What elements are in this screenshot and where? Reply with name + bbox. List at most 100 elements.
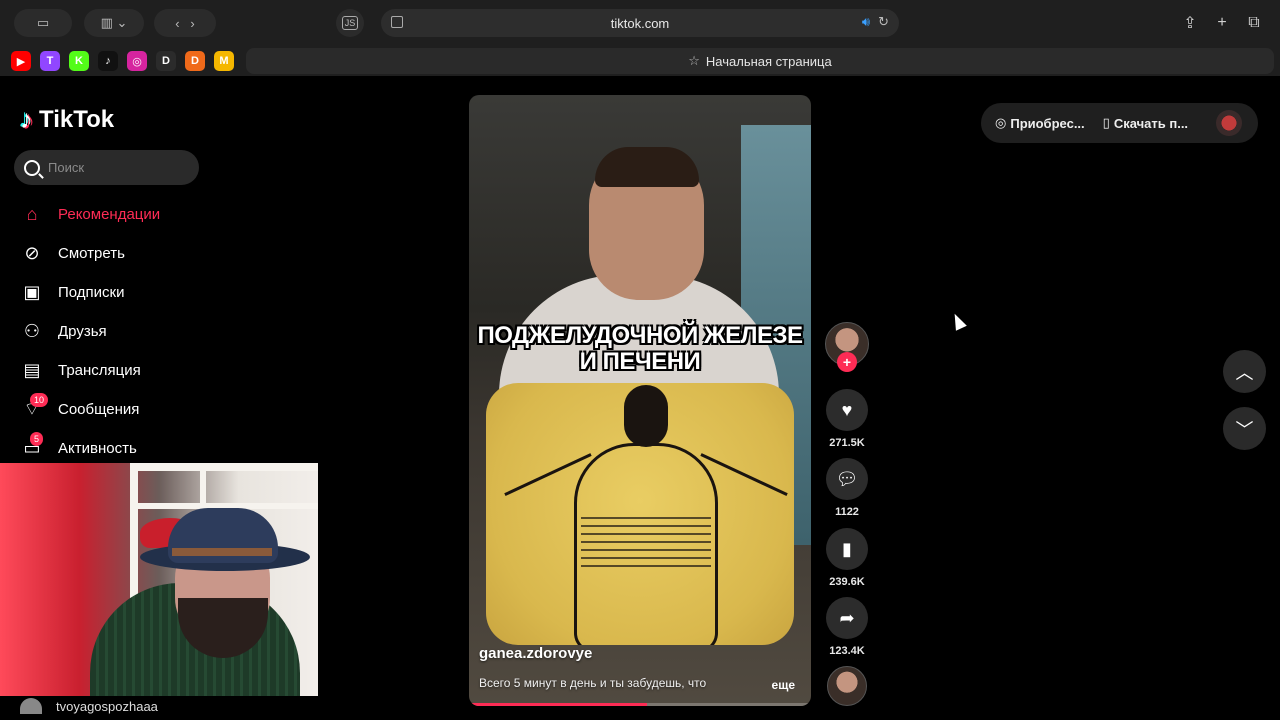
bookmarks-bar: ▶ T K ♪ ◎ D D M ☆ Начальная страница <box>0 46 1280 76</box>
share-icon[interactable]: ⇪ <box>1179 12 1201 34</box>
video-caption: ПОДЖЕЛУДОЧНОЙ ЖЕЛЕЗЕ И ПЕЧЕНИ <box>477 322 803 375</box>
logo-text: TikTok <box>39 105 115 133</box>
music-disc-avatar[interactable] <box>827 666 867 706</box>
start-tab-label: Начальная страница <box>705 53 832 69</box>
presenter-hair <box>595 147 699 187</box>
start-page-tab[interactable]: ☆ Начальная страница <box>246 48 1274 74</box>
sidebar-item-friends[interactable]: ⚇ Друзья <box>20 316 107 346</box>
star-icon: ☆ <box>688 53 700 68</box>
search-icon <box>24 159 40 176</box>
share-arrow-icon[interactable]: ➦ <box>826 597 868 639</box>
download-app-button[interactable]: ▯ Скачать п... <box>1103 115 1188 131</box>
share-count: 123.4K <box>829 645 865 657</box>
search-box[interactable] <box>14 150 199 185</box>
sidebar-item-label: Смотреть <box>58 244 125 262</box>
figure-head <box>624 385 668 447</box>
download-label: Скачать п... <box>1113 115 1189 131</box>
tiktok-bookmark-icon[interactable]: ♪ <box>98 51 118 71</box>
page-icon <box>391 16 403 28</box>
address-bar[interactable]: tiktok.com 🔊︎ ↻ <box>381 9 899 37</box>
reload-icon[interactable]: ↻ <box>878 14 889 30</box>
js-extension-button[interactable]: JS <box>336 9 364 37</box>
hat-band <box>172 548 272 556</box>
home-icon: ⌂ <box>26 203 38 224</box>
like-count: 271.5K <box>829 437 865 449</box>
search-input[interactable] <box>48 160 188 175</box>
video-progress-bar[interactable] <box>469 703 811 706</box>
url-text: tiktok.com <box>610 15 670 31</box>
account-avatar-icon <box>20 698 42 714</box>
mouse-cursor <box>949 311 967 331</box>
donationalerts-icon[interactable]: D <box>156 51 176 71</box>
sidebar-item-label: Активность <box>58 439 137 457</box>
sidebar-item-label: Подписки <box>58 283 125 301</box>
back-button[interactable]: ‹ › <box>154 9 216 37</box>
creator-avatar-group[interactable]: + <box>825 322 869 372</box>
new-tab-icon[interactable]: + <box>1211 12 1233 34</box>
sidebar-item-compass[interactable]: ⊘ Смотреть <box>20 238 125 268</box>
anatomy-illustration <box>486 383 794 645</box>
chevron-up-icon: ︿ <box>1235 362 1254 383</box>
sidebar-item-following[interactable]: ▣ Подписки <box>20 277 125 307</box>
next-video-button[interactable]: ﹀ <box>1223 407 1266 450</box>
sidebar-toggle-button[interactable]: ▭ <box>14 9 72 37</box>
tiktok-logo[interactable]: ♪ TikTok <box>20 104 114 135</box>
phone-icon: ▯ <box>1102 115 1110 130</box>
get-coins-label: Приобрес... <box>1010 115 1085 131</box>
notification-badge: 10 <box>30 393 49 407</box>
following-icon: ▣ <box>23 281 41 302</box>
previous-video-button[interactable]: ︿ <box>1223 350 1266 393</box>
sidebar-item-live[interactable]: ▤ Трансляция <box>20 355 141 385</box>
notification-badge: 5 <box>30 432 44 446</box>
tabs-icon[interactable]: ⧉ <box>1243 12 1265 34</box>
youtube-icon[interactable]: ▶ <box>11 51 31 71</box>
sidebar-item-activity[interactable]: ▭ 5 Активность <box>20 432 137 463</box>
boosty-icon[interactable]: D <box>185 51 205 71</box>
sound-disc[interactable] <box>825 666 869 706</box>
sidebar-item-label: Друзья <box>58 322 107 340</box>
video-player[interactable]: ПОДЖЕЛУДОЧНОЙ ЖЕЛЕЗЕ И ПЕЧЕНИ ganea.zdor… <box>469 95 811 706</box>
instagram-icon[interactable]: ◎ <box>127 51 147 71</box>
comment-icon[interactable]: 💬︎ <box>826 458 868 500</box>
sidebar-item-messages[interactable]: ⌔ 10 Сообщения <box>20 393 140 424</box>
audio-icon[interactable]: 🔊︎ <box>862 14 870 30</box>
share-action[interactable]: ➦ 123.4K <box>825 597 869 657</box>
save-count: 239.6K <box>829 576 865 588</box>
comment-action[interactable]: 💬︎ 1122 <box>825 458 869 518</box>
coin-icon: ◎ <box>995 115 1007 130</box>
browser-toolbar: ▭ ▥ ⌄ ‹ › JS tiktok.com 🔊︎ ↻ ⇪ + ⧉ <box>0 0 1280 46</box>
twitch-icon[interactable]: T <box>40 51 60 71</box>
js-label: JS <box>341 16 359 30</box>
sidebar-item-home[interactable]: ⌂ Рекомендации <box>20 199 161 229</box>
figure-spine-lines <box>581 513 711 573</box>
kick-icon[interactable]: K <box>69 51 89 71</box>
get-coins-button[interactable]: ◎ Приобрес... <box>995 115 1085 131</box>
activity-icon: ▭ 5 <box>20 432 44 460</box>
more-button[interactable]: еще <box>772 678 795 692</box>
video-progress-fill <box>469 703 647 706</box>
bookmark-icon[interactable]: ▮ <box>826 528 868 570</box>
follow-plus-icon[interactable]: + <box>837 352 857 372</box>
sidebar-item-label: Трансляция <box>58 361 141 379</box>
video-username[interactable]: ganea.zdorovye <box>479 645 592 662</box>
tiktok-note-icon: ♪ <box>20 104 33 134</box>
tab-overview-button[interactable]: ▥ ⌄ <box>84 9 144 37</box>
comment-count: 1122 <box>835 506 859 518</box>
sidebar-item-label: Рекомендации <box>58 205 161 223</box>
sidebar-item-label: Сообщения <box>58 400 140 418</box>
shelf-panel <box>130 463 318 471</box>
memealerts-icon[interactable]: M <box>214 51 234 71</box>
chevron-down-icon: ﹀ <box>1235 419 1254 440</box>
account-row[interactable]: tvoyagospozhaaa <box>20 696 158 716</box>
video-description: Всего 5 минут в день и ты забудешь, что <box>479 676 707 690</box>
like-action[interactable]: ♥ 271.5K <box>825 389 869 449</box>
friends-icon: ⚇ <box>23 320 41 341</box>
save-action[interactable]: ▮ 239.6K <box>825 528 869 588</box>
account-username: tvoyagospozhaaa <box>56 698 158 714</box>
streamer-webcam <box>0 463 318 696</box>
messages-icon: ⌔ 10 <box>20 393 49 421</box>
live-icon: ▤ <box>23 359 41 380</box>
heart-icon[interactable]: ♥ <box>826 389 868 431</box>
top-right-actions: ◎ Приобрес... ▯ Скачать п... <box>981 103 1258 143</box>
profile-avatar[interactable] <box>1216 110 1242 136</box>
